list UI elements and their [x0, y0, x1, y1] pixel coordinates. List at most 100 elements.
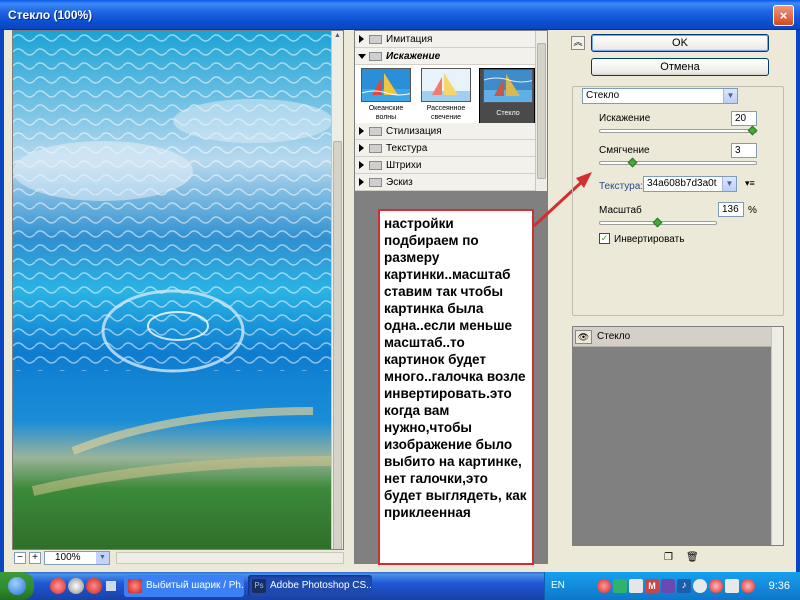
folder-icon [369, 161, 382, 170]
start-button[interactable] [0, 572, 34, 600]
category-label: Искажение [386, 51, 441, 62]
window-title: Стекло (100%) [8, 8, 93, 22]
invert-label: Инвертировать [614, 234, 685, 245]
layers-scrollbar[interactable] [771, 327, 783, 545]
taskbar-item-browser[interactable]: Выбитый шарик / Ph... [124, 575, 244, 597]
opera-icon[interactable] [50, 578, 66, 594]
category-label: Текстура [386, 143, 428, 154]
texture-menu-icon[interactable]: ▾≡ [745, 178, 755, 189]
gallery-category-imitation[interactable]: Имитация [355, 31, 537, 48]
windows-orb-icon [8, 577, 26, 595]
tray-app-icon[interactable] [661, 579, 675, 593]
quicklaunch-expand-icon[interactable] [106, 581, 116, 591]
task-label: Выбитый шарик / Ph... [146, 580, 244, 591]
zoom-in-button[interactable]: + [29, 552, 41, 564]
category-label: Стилизация [386, 126, 442, 137]
category-label: Штрихи [386, 160, 422, 171]
zoom-out-button[interactable]: − [14, 552, 26, 564]
close-button[interactable]: × [773, 5, 794, 26]
folder-icon [369, 35, 382, 44]
collapse-triangle-icon [358, 54, 366, 59]
folder-icon [369, 127, 382, 136]
effect-layer-row[interactable]: 👁 Стекло [573, 327, 771, 347]
folder-icon [369, 178, 382, 187]
smoothness-slider-handle[interactable] [627, 157, 638, 168]
tray-app-icon[interactable] [693, 579, 707, 593]
gallery-category-distortion[interactable]: Искажение [355, 48, 537, 65]
distortion-slider-handle[interactable] [747, 125, 758, 136]
filter-settings-panel: Стекло ▼ Искажение 20 Смягчение 3 Тексту… [572, 86, 784, 316]
scale-input[interactable]: 136 [718, 202, 744, 217]
category-label: Имитация [386, 34, 433, 45]
new-effect-layer-icon[interactable]: ❐ [664, 552, 673, 563]
chevron-down-icon: ▼ [96, 552, 109, 564]
gallery-category-texture[interactable]: Текстура [355, 140, 537, 157]
gallery-scroll-thumb[interactable] [537, 43, 546, 179]
taskbar: Выбитый шарик / Ph... Ps Adobe Photoshop… [0, 572, 800, 600]
thumbnail-label: Стекло [496, 110, 520, 117]
distortion-input[interactable]: 20 [731, 111, 757, 126]
preview-vertical-scrollbar[interactable]: ▲ [331, 31, 343, 549]
folder-icon [369, 144, 382, 153]
gallery-category-sketch[interactable]: Эскиз [355, 174, 537, 191]
expand-triangle-icon [359, 127, 364, 135]
effect-layer-name: Стекло [597, 331, 631, 342]
chevron-down-icon: ▼ [723, 89, 737, 103]
language-indicator[interactable]: EN [551, 580, 565, 591]
thumbnail-label: Рассеянное свечение [426, 105, 466, 121]
invert-checkbox[interactable]: ✓ [599, 233, 610, 244]
tray-antivirus-icon[interactable] [709, 579, 723, 593]
tray-app-icon[interactable] [629, 579, 643, 593]
scroll-up-arrow-icon[interactable]: ▲ [333, 31, 342, 41]
scale-unit: % [748, 205, 757, 216]
taskbar-item-photoshop[interactable]: Ps Adobe Photoshop CS... [248, 575, 372, 597]
category-label: Эскиз [386, 177, 413, 188]
ok-button[interactable]: OK [591, 34, 769, 52]
quicklaunch-icon[interactable] [68, 578, 84, 594]
gallery-category-brush-strokes[interactable]: Штрихи [355, 157, 537, 174]
smoothness-slider[interactable] [599, 161, 757, 165]
checkmark-icon: ✓ [600, 233, 609, 243]
annotation-note: настройки подбираем по размеру картинки.… [378, 209, 534, 565]
close-icon: × [779, 8, 788, 23]
tray-app-icon[interactable] [613, 579, 627, 593]
cancel-button[interactable]: Отмена [591, 58, 769, 76]
tray-mail-icon[interactable]: M [645, 579, 659, 593]
distortion-slider[interactable] [599, 129, 757, 133]
filter-preview[interactable]: ▲ [12, 30, 344, 550]
volume-icon[interactable]: ♪ [677, 579, 691, 593]
scale-slider-handle[interactable] [652, 217, 663, 228]
preview-image [13, 31, 333, 549]
eye-icon[interactable]: 👁 [575, 330, 592, 344]
tray-opera-icon[interactable] [597, 579, 611, 593]
filter-gallery-list: Имитация Искажение Океанские волны Рассе… [355, 31, 537, 191]
clock[interactable]: 9:36 [769, 580, 790, 592]
tray-app-icon[interactable] [741, 579, 755, 593]
thumbnail-label: Океанские волны [368, 105, 404, 121]
distortion-label: Искажение [599, 113, 651, 124]
chevron-up-icon: ︽ [573, 37, 583, 47]
smoothness-input[interactable]: 3 [731, 143, 757, 158]
gallery-scrollbar[interactable] [535, 31, 547, 191]
filter-select[interactable]: Стекло ▼ [582, 88, 738, 104]
gallery-category-stylize[interactable]: Стилизация [355, 123, 537, 140]
zoom-value: 100% [55, 552, 81, 563]
opera-icon [128, 579, 142, 593]
expand-triangle-icon [359, 178, 364, 186]
texture-select[interactable]: 34a608b7d3a0t ▼ [643, 176, 737, 192]
smoothness-label: Смягчение [599, 145, 650, 156]
preview-horizontal-scrollbar[interactable] [116, 552, 344, 564]
tray-app-icon[interactable] [725, 579, 739, 593]
expand-triangle-icon [359, 35, 364, 43]
delete-effect-layer-icon[interactable]: 🗑 [686, 552, 699, 563]
opera-icon[interactable] [86, 578, 102, 594]
zoom-bar: − + 100% ▼ [12, 550, 344, 566]
zoom-select[interactable]: 100% ▼ [44, 551, 110, 565]
system-tray: EN M ♪ 9:36 [544, 572, 800, 600]
expand-triangle-icon [359, 161, 364, 169]
window-frame-right [796, 30, 800, 572]
window-title-bar[interactable]: Стекло (100%) × [0, 0, 800, 30]
task-label: Adobe Photoshop CS... [270, 580, 372, 591]
preview-scroll-thumb[interactable] [333, 141, 342, 549]
collapse-gallery-button[interactable]: ︽ [571, 36, 585, 50]
